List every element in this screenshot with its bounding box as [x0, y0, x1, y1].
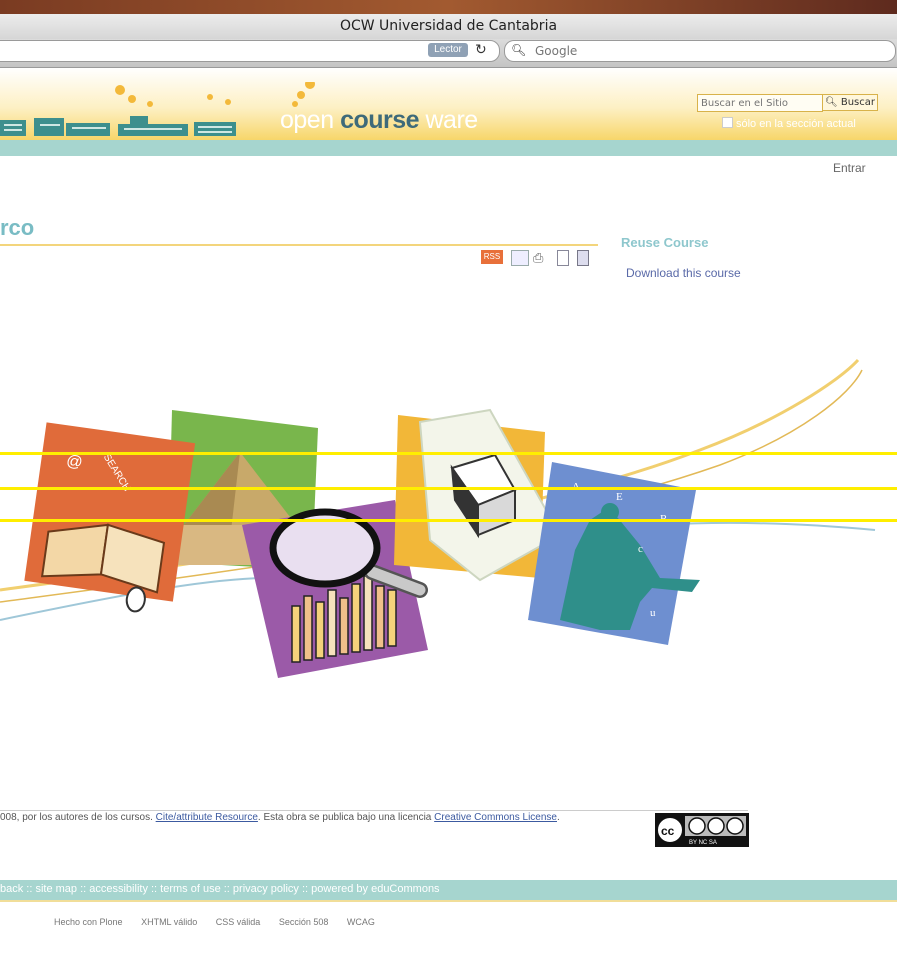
- login-link[interactable]: Entrar: [833, 161, 866, 175]
- magnifier-icon: 🔍︎: [824, 97, 838, 108]
- campus-buildings-icon: [0, 116, 236, 136]
- swoosh-curve: [659, 521, 876, 531]
- email-icon[interactable]: [511, 250, 529, 266]
- browser-toolbar: Lector ↻ 🔍︎: [0, 39, 897, 68]
- site-header: open course ware 🔍︎ Buscar sólo en la se…: [0, 68, 897, 140]
- badge-wcag[interactable]: WCAG: [347, 917, 375, 927]
- browser-search-field[interactable]: 🔍︎: [504, 40, 896, 62]
- bookmark-icon[interactable]: [577, 250, 589, 266]
- statue-letter: E: [616, 491, 623, 503]
- reload-icon[interactable]: ↻: [475, 41, 487, 58]
- copyright-notice: 008, por los autores de los cursos. Cite…: [0, 812, 560, 823]
- course-illustration: @ SEARCH A E R: [0, 358, 876, 678]
- reader-button[interactable]: Lector: [428, 43, 468, 57]
- annotation-line: [0, 487, 897, 490]
- download-course-link[interactable]: Download this course: [626, 266, 741, 280]
- badge-section-508[interactable]: Sección 508: [279, 917, 329, 927]
- title-underline: [0, 244, 598, 246]
- header-divider-bar: [0, 140, 897, 156]
- browser-search-input[interactable]: [533, 43, 877, 59]
- footer-links-bar: back :: site map :: accessibility :: ter…: [0, 880, 897, 900]
- footer-links[interactable]: back :: site map :: accessibility :: ter…: [0, 883, 440, 895]
- section-only-checkbox[interactable]: [722, 117, 733, 128]
- at-symbol: @: [65, 453, 83, 472]
- rss-icon[interactable]: RSS: [481, 250, 503, 264]
- reuse-course-heading: Reuse Course: [621, 235, 709, 250]
- annotation-line: [0, 452, 897, 455]
- creative-commons-link[interactable]: Creative Commons License: [434, 812, 557, 823]
- badge-css[interactable]: CSS válida: [216, 917, 261, 927]
- site-search-button[interactable]: 🔍︎ Buscar: [822, 94, 878, 111]
- browser-title-bar: OCW Universidad de Cantabria: [0, 14, 897, 39]
- current-section-only-option[interactable]: sólo en la sección actual: [722, 117, 856, 130]
- annotation-line: [0, 519, 897, 522]
- desktop-background-strip: [0, 0, 897, 14]
- page-title: rco: [0, 215, 35, 240]
- statue-letter: u: [650, 607, 656, 619]
- creative-commons-badge[interactable]: cc BY NC SA: [655, 813, 749, 847]
- badge-plone[interactable]: Hecho con Plone: [54, 917, 123, 927]
- svg-text:cc: cc: [661, 824, 675, 838]
- statue-letter: c: [638, 543, 643, 555]
- document-icon[interactable]: [557, 250, 569, 266]
- search-icon: 🔍︎: [511, 43, 527, 57]
- cc-badge-label: BY NC SA: [689, 840, 717, 846]
- opencourseware-logo[interactable]: open course ware: [280, 106, 478, 135]
- print-icon[interactable]: ⎙: [533, 250, 547, 265]
- badge-xhtml[interactable]: XHTML válido: [141, 917, 197, 927]
- validation-badges: Hecho con Plone XHTML válido CSS válida …: [54, 917, 391, 927]
- address-bar[interactable]: [0, 40, 500, 62]
- site-search-input[interactable]: [697, 94, 823, 112]
- window-title: OCW Universidad de Cantabria: [339, 18, 558, 34]
- cite-resource-link[interactable]: Cite/attribute Resource: [156, 812, 258, 823]
- footer-divider: [0, 810, 748, 811]
- architecture-card: [394, 408, 562, 582]
- footer-separator: [0, 900, 897, 902]
